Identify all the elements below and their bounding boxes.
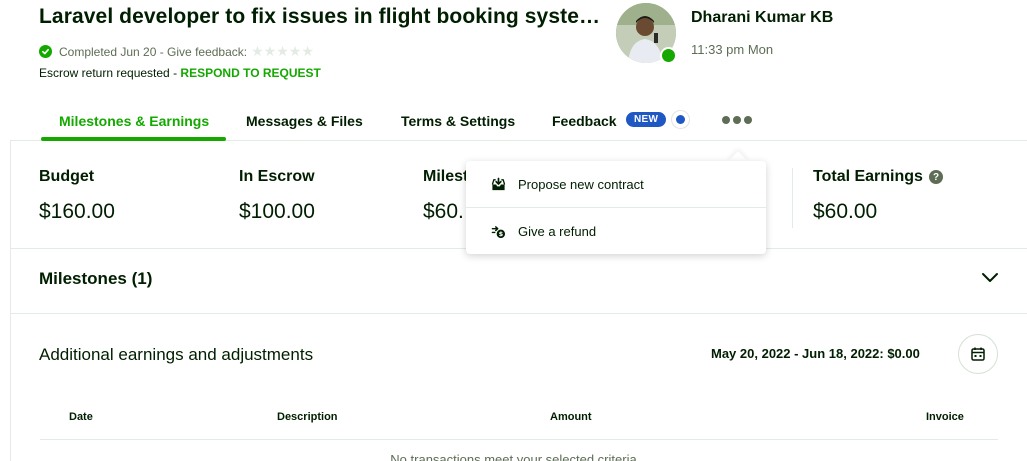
column-header-invoice: Invoice [926, 411, 964, 423]
status-text: Completed Jun 20 - Give feedback: [59, 44, 248, 59]
budget-label: Budget [39, 168, 95, 185]
svg-text:$: $ [498, 230, 503, 238]
total-earnings-label: Total Earnings [813, 168, 923, 185]
respond-to-request-link[interactable]: RESPOND TO REQUEST [180, 66, 320, 80]
active-tab-indicator [41, 137, 226, 141]
tab-messages-files[interactable]: Messages & Files [246, 113, 363, 129]
give-refund-item[interactable]: $ Give a refund [466, 208, 766, 254]
menu-item-label: Propose new contract [518, 176, 644, 192]
propose-new-contract-item[interactable]: Propose new contract [466, 161, 766, 207]
check-circle-icon [39, 45, 52, 58]
inbox-download-icon [490, 176, 506, 192]
tab-terms-settings[interactable]: Terms & Settings [401, 113, 515, 129]
more-options-menu: Propose new contract $ Give a refund [466, 161, 766, 254]
milestones-paid-label: Milest [423, 168, 469, 185]
refund-icon: $ [490, 223, 506, 239]
completion-status: Completed Jun 20 - Give feedback: ★★★★★ [39, 43, 314, 60]
in-escrow-label: In Escrow [239, 168, 315, 185]
milestones-heading[interactable]: Milestones (1) [39, 269, 152, 289]
milestones-paid-value: $60. [423, 200, 464, 223]
escrow-text: Escrow return requested - [39, 66, 181, 80]
column-header-amount: Amount [550, 411, 592, 423]
help-icon[interactable]: ? [929, 170, 943, 184]
escrow-notice: Escrow return requested - RESPOND TO REQ… [39, 66, 321, 80]
tab-milestones-earnings[interactable]: Milestones & Earnings [59, 113, 209, 129]
feedback-stars[interactable]: ★★★★★ [251, 43, 314, 60]
online-status-dot [660, 47, 677, 64]
date-picker-button[interactable] [958, 334, 998, 374]
additional-earnings-heading: Additional earnings and adjustments [39, 345, 314, 364]
chevron-down-icon[interactable] [981, 270, 999, 284]
stats-divider [792, 168, 793, 228]
total-earnings-value: $60.00 [813, 200, 878, 223]
table-header-divider [40, 439, 998, 440]
column-header-description: Description [277, 411, 338, 423]
date-range-summary: May 20, 2022 - Jun 18, 2022: $0.00 [711, 346, 920, 361]
notification-dot [672, 111, 689, 128]
section-divider [10, 313, 1027, 314]
new-badge: NEW [626, 112, 667, 127]
contract-title: Laravel developer to fix issues in fligh… [39, 5, 601, 28]
panel-left-border [10, 140, 11, 461]
calendar-icon [971, 347, 985, 361]
freelancer-name[interactable]: Dharani Kumar KB [691, 9, 833, 27]
in-escrow-value: $100.00 [239, 200, 315, 223]
freelancer-local-time: 11:33 pm Mon [691, 42, 774, 57]
menu-item-label: Give a refund [518, 223, 597, 239]
column-header-date[interactable]: Date [69, 411, 93, 423]
more-options-icon[interactable] [722, 116, 752, 124]
budget-value: $160.00 [39, 200, 115, 223]
empty-table-message: No transactions meet your selected crite… [390, 452, 637, 461]
tab-feedback[interactable]: Feedback [552, 113, 617, 129]
